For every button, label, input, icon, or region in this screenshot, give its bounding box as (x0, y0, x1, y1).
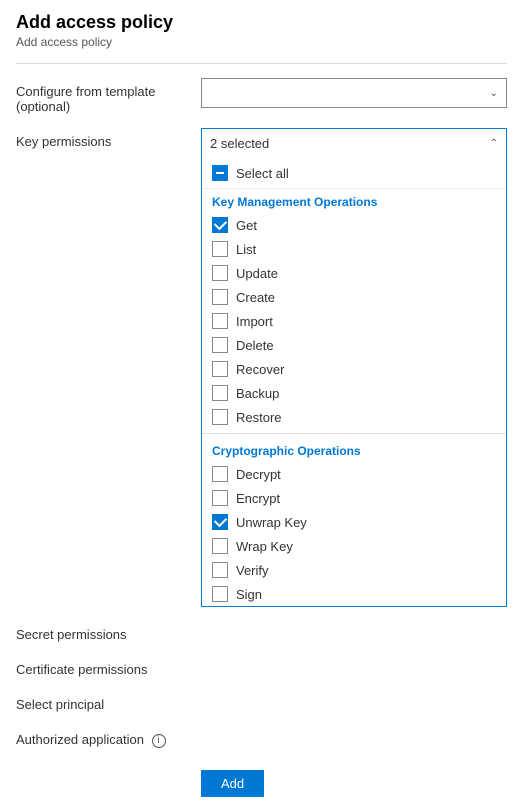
crypto-decrypt-checkbox[interactable] (212, 466, 228, 482)
authorized-application-row: Authorized application i (16, 726, 507, 748)
key-item-list[interactable]: List (202, 237, 506, 261)
crypto-item-verify[interactable]: Verify (202, 558, 506, 582)
key-item-update[interactable]: Update (202, 261, 506, 285)
certificate-permissions-row: Certificate permissions (16, 656, 507, 677)
crypto-decrypt-label: Decrypt (236, 467, 281, 482)
crypto-item-decrypt[interactable]: Decrypt (202, 462, 506, 486)
key-update-checkbox[interactable] (212, 265, 228, 281)
crypto-item-wrapkey[interactable]: Wrap Key (202, 534, 506, 558)
crypto-item-encrypt[interactable]: Encrypt (202, 486, 506, 510)
crypto-unwrapkey-label: Unwrap Key (236, 515, 307, 530)
key-item-backup[interactable]: Backup (202, 381, 506, 405)
configure-select[interactable]: ⌄ (201, 78, 507, 108)
key-management-header: Key Management Operations (202, 189, 506, 213)
key-backup-label: Backup (236, 386, 279, 401)
certificate-permissions-label: Certificate permissions (16, 656, 201, 677)
key-delete-checkbox[interactable] (212, 337, 228, 353)
key-list-checkbox[interactable] (212, 241, 228, 257)
crypto-sign-label: Sign (236, 587, 262, 602)
select-principal-row: Select principal (16, 691, 507, 712)
key-permissions-dropdown: Select all Key Management Operations Get… (201, 158, 507, 607)
key-delete-label: Delete (236, 338, 274, 353)
configure-label: Configure from template (optional) (16, 78, 201, 114)
key-item-get[interactable]: Get (202, 213, 506, 237)
authorized-application-label: Authorized application i (16, 726, 201, 748)
secret-permissions-row: Secret permissions (16, 621, 507, 642)
crypto-wrapkey-label: Wrap Key (236, 539, 293, 554)
key-backup-checkbox[interactable] (212, 385, 228, 401)
select-all-label: Select all (236, 166, 289, 181)
configure-chevron-icon: ⌄ (490, 88, 498, 99)
key-update-label: Update (236, 266, 278, 281)
crypto-item-sign[interactable]: Sign (202, 582, 506, 606)
page-subtitle: Add access policy (16, 35, 507, 49)
key-item-import[interactable]: Import (202, 309, 506, 333)
key-permissions-chevron-icon: ⌃ (490, 138, 498, 149)
key-item-recover[interactable]: Recover (202, 357, 506, 381)
configure-control: ⌄ (201, 78, 507, 108)
select-principal-label: Select principal (16, 691, 201, 712)
key-item-restore[interactable]: Restore (202, 405, 506, 429)
crypto-encrypt-checkbox[interactable] (212, 490, 228, 506)
select-all-checkbox[interactable] (212, 165, 228, 181)
key-get-label: Get (236, 218, 257, 233)
key-permissions-value: 2 selected (210, 136, 269, 151)
key-recover-label: Recover (236, 362, 284, 377)
add-button[interactable]: Add (201, 770, 264, 797)
key-restore-label: Restore (236, 410, 282, 425)
key-permissions-label: Key permissions (16, 128, 201, 149)
key-create-label: Create (236, 290, 275, 305)
key-import-checkbox[interactable] (212, 313, 228, 329)
key-item-create[interactable]: Create (202, 285, 506, 309)
info-icon[interactable]: i (152, 734, 166, 748)
key-permissions-control: 2 selected ⌃ Select all Key Management O… (201, 128, 507, 607)
key-item-delete[interactable]: Delete (202, 333, 506, 357)
secret-permissions-label: Secret permissions (16, 621, 201, 642)
crypto-sign-checkbox[interactable] (212, 586, 228, 602)
crypto-verify-checkbox[interactable] (212, 562, 228, 578)
key-recover-checkbox[interactable] (212, 361, 228, 377)
crypto-item-unwrapkey[interactable]: Unwrap Key (202, 510, 506, 534)
select-all-row[interactable]: Select all (202, 158, 506, 189)
key-import-label: Import (236, 314, 273, 329)
crypto-wrapkey-checkbox[interactable] (212, 538, 228, 554)
key-permissions-row: Key permissions 2 selected ⌃ Select all … (16, 128, 507, 607)
section-divider (202, 433, 506, 434)
crypto-verify-label: Verify (236, 563, 269, 578)
key-list-label: List (236, 242, 256, 257)
configure-row: Configure from template (optional) ⌄ (16, 78, 507, 114)
key-create-checkbox[interactable] (212, 289, 228, 305)
key-permissions-select[interactable]: 2 selected ⌃ (201, 128, 507, 158)
header-divider (16, 63, 507, 64)
key-get-checkbox[interactable] (212, 217, 228, 233)
cryptographic-header: Cryptographic Operations (202, 438, 506, 462)
crypto-unwrapkey-checkbox[interactable] (212, 514, 228, 530)
crypto-encrypt-label: Encrypt (236, 491, 280, 506)
key-restore-checkbox[interactable] (212, 409, 228, 425)
page-title: Add access policy (16, 12, 507, 33)
